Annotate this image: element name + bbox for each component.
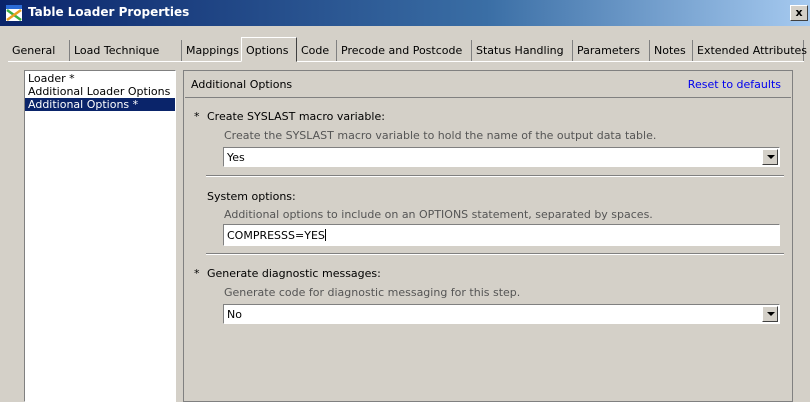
- text-cursor: [324, 229, 326, 241]
- divider: [206, 253, 784, 255]
- syslast-dropdown-button[interactable]: [762, 149, 778, 165]
- tab-load-technique[interactable]: Load Technique: [70, 40, 182, 61]
- required-marker: *: [194, 267, 200, 280]
- panel-title: Additional Options: [191, 78, 293, 91]
- diagnostic-messages-value: No: [227, 308, 242, 321]
- diagnostic-messages-description: Generate code for diagnostic messaging f…: [224, 286, 521, 299]
- system-options-description: Additional options to include on an OPTI…: [224, 208, 653, 221]
- list-item-additional-options[interactable]: Additional Options *: [25, 98, 175, 111]
- tab-parameters[interactable]: Parameters: [573, 40, 650, 61]
- required-marker: *: [194, 110, 200, 123]
- panel-header: Additional Options Reset to defaults: [185, 72, 791, 98]
- tab-precode-postcode[interactable]: Precode and Postcode: [337, 40, 472, 61]
- syslast-value: Yes: [227, 151, 245, 164]
- reset-defaults-link[interactable]: Reset to defaults: [688, 78, 781, 91]
- diagnostic-dropdown-button[interactable]: [762, 306, 778, 322]
- tab-general[interactable]: General: [8, 40, 70, 61]
- tab-panel-edge: [8, 61, 804, 62]
- chevron-down-icon: [767, 312, 775, 316]
- tab-mappings[interactable]: Mappings: [182, 40, 243, 61]
- tab-extended-attributes[interactable]: Extended Attributes: [693, 40, 807, 61]
- syslast-description: Create the SYSLAST macro variable to hol…: [224, 129, 657, 142]
- syslast-select[interactable]: Yes: [223, 147, 780, 167]
- system-options-value: COMPRESSS=YES: [227, 229, 325, 242]
- tab-notes[interactable]: Notes: [650, 40, 693, 61]
- list-item-additional-loader-options[interactable]: Additional Loader Options: [25, 85, 175, 98]
- system-options-input[interactable]: COMPRESSS=YES: [223, 224, 780, 246]
- options-category-list[interactable]: Loader * Additional Loader Options Addit…: [24, 70, 176, 402]
- system-options-label: System options:: [207, 190, 296, 203]
- syslast-label: Create SYSLAST macro variable:: [207, 110, 385, 123]
- divider: [206, 175, 784, 177]
- diagnostic-messages-select[interactable]: No: [223, 304, 780, 324]
- table-loader-icon: [6, 5, 22, 21]
- tab-status-handling[interactable]: Status Handling: [472, 40, 573, 61]
- tab-options[interactable]: Options: [241, 37, 297, 62]
- diagnostic-messages-label: Generate diagnostic messages:: [207, 267, 381, 280]
- window-title: Table Loader Properties: [28, 5, 190, 19]
- options-panel: Additional Options Reset to defaults * C…: [183, 70, 793, 402]
- list-item-loader[interactable]: Loader *: [25, 72, 175, 85]
- close-button[interactable]: x: [790, 5, 808, 21]
- title-bar: Table Loader Properties x: [0, 0, 810, 26]
- chevron-down-icon: [767, 155, 775, 159]
- tab-code[interactable]: Code: [297, 40, 337, 61]
